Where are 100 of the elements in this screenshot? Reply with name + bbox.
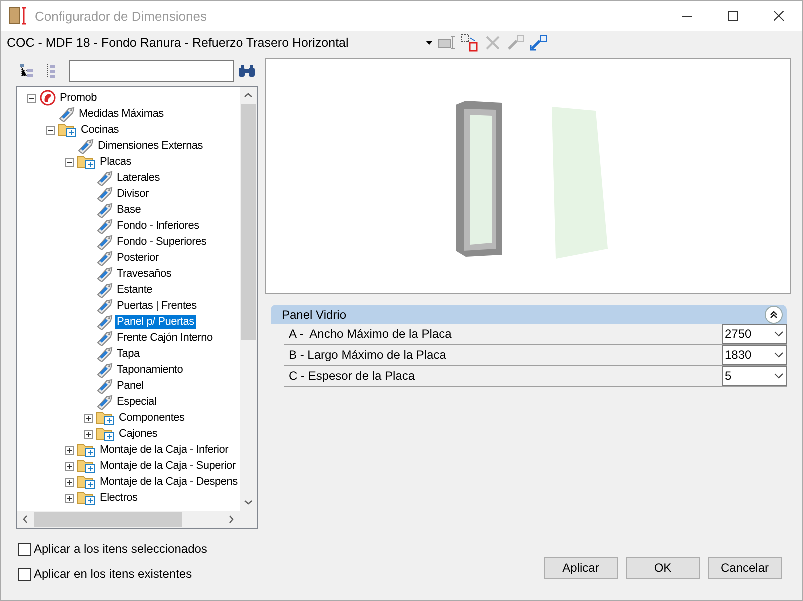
tree-item[interactable]: Componentes — [117, 411, 187, 425]
delete-icon — [486, 36, 500, 50]
scroll-down-icon — [244, 500, 253, 505]
folder-icon — [77, 154, 97, 170]
property-label: A - Ancho Máximo de la Placa — [288, 327, 452, 341]
chevron-down-icon — [774, 331, 784, 337]
folder-icon — [77, 474, 97, 490]
property-label: B - Largo Máximo de la Placa — [288, 348, 446, 362]
tag-icon — [96, 250, 114, 266]
copy-to-icon — [460, 34, 478, 52]
search-field[interactable] — [69, 60, 234, 82]
folder-icon — [77, 442, 97, 458]
scrollbar-thumb[interactable] — [241, 104, 256, 340]
tree-item[interactable]: Cocinas — [79, 123, 121, 137]
import-icon — [530, 35, 548, 51]
tree-item[interactable]: Cajones — [117, 427, 160, 441]
expand-icon[interactable] — [84, 430, 92, 438]
checkbox[interactable] — [18, 568, 31, 580]
logo-icon — [39, 90, 57, 106]
binoculars-icon — [238, 64, 256, 78]
tree-item[interactable]: Fondo - Inferiores — [115, 219, 202, 233]
tree-item[interactable]: Electros — [98, 491, 140, 505]
tree-item[interactable]: Divisor — [115, 187, 151, 201]
configuration-dropdown[interactable]: COC - MDF 18 - Fondo Ranura - Refuerzo Trasero Horizontal — [7, 32, 435, 54]
expand-icon[interactable] — [64, 462, 74, 470]
tag-icon — [77, 138, 95, 154]
dialog-button[interactable]: Aplicar — [544, 557, 618, 579]
expand-icon[interactable] — [64, 446, 74, 454]
double-chevron-up-icon — [770, 310, 778, 318]
collapse-icon[interactable] — [46, 126, 54, 134]
tree-item[interactable]: Montaje de la Caja - Superior — [98, 459, 238, 473]
tree-item[interactable]: Fondo - Superiores — [115, 235, 209, 249]
tag-icon — [96, 218, 114, 234]
tag-icon — [96, 346, 114, 362]
tree-item[interactable]: Especial — [115, 395, 159, 409]
window-title: Configurador de Dimensiones — [35, 8, 208, 24]
horizontal-scrollbar[interactable] — [17, 511, 257, 528]
value-dropdown[interactable]: 5 — [722, 366, 787, 386]
scroll-left-icon — [23, 515, 28, 524]
expand-icon[interactable] — [84, 414, 92, 422]
collapse-icon[interactable] — [26, 94, 36, 102]
collapse-icon[interactable] — [64, 158, 74, 166]
checkbox-label: Aplicar en los itens existentes — [34, 567, 192, 581]
folder-icon — [96, 426, 116, 442]
folder-icon — [77, 458, 97, 474]
value-dropdown[interactable]: 2750 — [722, 324, 787, 344]
collapse-group-button[interactable] — [765, 306, 783, 324]
close-icon — [774, 11, 784, 21]
tree-item[interactable]: Posterior — [115, 251, 161, 265]
tag-icon — [96, 202, 114, 218]
tag-icon — [96, 186, 114, 202]
folder-icon — [77, 490, 97, 506]
tag-icon — [96, 394, 114, 410]
tree-view-icon — [18, 62, 35, 78]
tag-icon — [96, 266, 114, 282]
tag-icon — [96, 170, 114, 186]
tree-item[interactable]: Panel — [115, 379, 146, 393]
tree-item[interactable]: Promob — [58, 91, 100, 105]
tree-item[interactable]: Puertas | Frentes — [115, 299, 199, 313]
tree-item[interactable]: Placas — [98, 155, 134, 169]
tree-item[interactable]: Medidas Máximas — [77, 107, 166, 121]
tag-icon — [96, 282, 114, 298]
expand-icon[interactable] — [64, 478, 74, 486]
checkbox-label: Aplicar a los itens seleccionados — [34, 542, 208, 556]
tree-item[interactable]: Dimensiones Externas — [96, 139, 206, 153]
value-dropdown[interactable]: 1830 — [722, 345, 787, 365]
dialog-button[interactable]: Cancelar — [708, 557, 782, 579]
maximize-icon — [728, 11, 738, 21]
checkbox[interactable] — [18, 542, 31, 556]
resize-icon — [438, 36, 456, 50]
tag-icon — [96, 378, 114, 394]
chevron-down-icon — [774, 373, 784, 379]
tree-item[interactable]: Travesaños — [115, 267, 174, 281]
tag-icon — [96, 314, 114, 330]
tree-item[interactable]: Panel p/ Puertas — [115, 315, 196, 329]
list-view-icon — [44, 62, 57, 78]
tree-item[interactable]: Montaje de la Caja - Inferior — [98, 443, 230, 457]
dialog-button[interactable]: OK — [626, 557, 700, 579]
app-icon — [9, 7, 29, 25]
tag-icon — [96, 330, 114, 346]
vertical-scrollbar[interactable] — [240, 87, 257, 511]
tag-icon — [96, 234, 114, 250]
scroll-right-icon — [229, 515, 234, 524]
tag-icon — [58, 106, 76, 122]
tree-item[interactable]: Taponamiento — [115, 363, 186, 377]
scroll-up-icon — [244, 93, 253, 98]
tree-item[interactable]: Frente Cajón Interno — [115, 331, 215, 345]
tree-item[interactable]: Montaje de la Caja - Despens — [98, 475, 240, 489]
tag-icon — [96, 298, 114, 314]
tree-item[interactable]: Laterales — [115, 171, 162, 185]
tag-icon — [96, 362, 114, 378]
tree-item[interactable]: Estante — [115, 283, 155, 297]
dropdown-arrow-icon — [426, 41, 433, 45]
folder-icon — [96, 410, 116, 426]
expand-icon[interactable] — [64, 494, 74, 502]
export-icon — [506, 35, 524, 51]
tree-item[interactable]: Tapa — [115, 347, 142, 361]
chevron-down-icon — [774, 352, 784, 358]
scrollbar-thumb[interactable] — [34, 512, 182, 527]
tree-item[interactable]: Base — [115, 203, 144, 217]
